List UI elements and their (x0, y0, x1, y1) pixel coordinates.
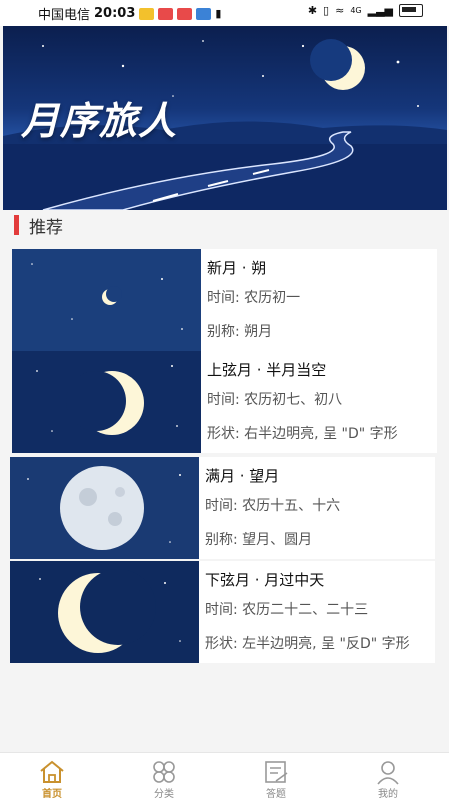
battery-icon (399, 4, 423, 17)
status-bar: 中国电信 20:03 ▮ ✱ ▯ ≈ 4G ▂▃▅ (0, 0, 449, 26)
notification-icon (158, 7, 174, 20)
card-time: 时间: 农历二十二、二十三 (205, 602, 369, 618)
card-shape: 形状: 左半边明亮, 呈 "反D" 字形 (205, 636, 410, 652)
first-quarter-moon-image (12, 351, 201, 453)
card-time: 时间: 农历十五、十六 (205, 498, 341, 514)
nav-profile-label: 我的 (378, 789, 398, 800)
card-body: 上弦月 · 半月当空 时间: 农历初七、初八 形状: 右半边明亮, 呈 "D" … (207, 351, 435, 453)
moon-card-full[interactable]: 满月 · 望月 时间: 农历十五、十六 别称: 望月、圆月 (10, 457, 435, 559)
status-left: 中国电信 20:03 ▮ (38, 4, 221, 23)
card-alias: 别称: 朔月 (207, 324, 273, 340)
vibrate-icon: ▯ (323, 4, 330, 17)
new-moon-image (12, 249, 201, 351)
card-title: 上弦月 · 半月当空 (207, 361, 327, 379)
hero-banner[interactable]: 月序旅人 (3, 26, 447, 210)
nav-profile[interactable]: 我的 (348, 753, 428, 801)
nav-category-label: 分类 (154, 789, 174, 800)
bottom-nav: 首页 分类 答题 我的 (0, 752, 449, 801)
card-alias: 别称: 望月、圆月 (205, 532, 313, 548)
card-title: 新月 · 朔 (207, 259, 267, 277)
wifi-icon: ≈ (335, 4, 345, 17)
clock-label: 20:03 (94, 6, 136, 21)
card-body: 下弦月 · 月过中天 时间: 农历二十二、二十三 形状: 左半边明亮, 呈 "反… (205, 561, 433, 663)
section-header: 推荐 (14, 212, 63, 238)
moon-card-first-quarter[interactable]: 上弦月 · 半月当空 时间: 农历初七、初八 形状: 右半边明亮, 呈 "D" … (12, 351, 437, 453)
banner-title: 月序旅人 (21, 99, 178, 143)
bluetooth-icon: ✱ (307, 4, 318, 17)
signal-label: 4G (350, 6, 362, 15)
quiz-icon (265, 761, 288, 783)
card-title: 下弦月 · 月过中天 (205, 571, 325, 589)
nav-category[interactable]: 分类 (124, 753, 204, 801)
home-icon (40, 760, 64, 783)
carrier-label: 中国电信 (38, 8, 91, 23)
profile-icon (377, 761, 399, 785)
last-quarter-moon-image (10, 561, 199, 663)
card-body: 新月 · 朔 时间: 农历初一 别称: 朔月 (207, 249, 435, 351)
section-accent-bar (14, 215, 19, 235)
notification-icon (139, 7, 155, 20)
signal-icon: ▂▃▅ (367, 4, 393, 17)
moon-card-last-quarter[interactable]: 下弦月 · 月过中天 时间: 农历二十二、二十三 形状: 左半边明亮, 呈 "反… (10, 561, 435, 663)
nav-home[interactable]: 首页 (12, 753, 92, 801)
nav-home-label: 首页 (42, 789, 62, 800)
category-icon (153, 761, 175, 783)
card-title: 满月 · 望月 (205, 467, 280, 485)
shield-icon (196, 7, 212, 20)
card-time: 时间: 农历初一 (207, 290, 301, 306)
card-time: 时间: 农历初七、初八 (207, 392, 343, 408)
full-moon-image (10, 457, 199, 559)
section-title: 推荐 (29, 217, 63, 238)
notification-icon (177, 7, 193, 20)
nav-quiz[interactable]: 答题 (236, 753, 316, 801)
download-icon: ▮ (215, 7, 222, 20)
status-right: ✱ ▯ ≈ 4G ▂▃▅ (308, 4, 423, 17)
card-body: 满月 · 望月 时间: 农历十五、十六 别称: 望月、圆月 (205, 457, 433, 559)
card-shape: 形状: 右半边明亮, 呈 "D" 字形 (207, 426, 398, 442)
nav-quiz-label: 答题 (266, 789, 286, 800)
moon-card-new[interactable]: 新月 · 朔 时间: 农历初一 别称: 朔月 (12, 249, 437, 351)
